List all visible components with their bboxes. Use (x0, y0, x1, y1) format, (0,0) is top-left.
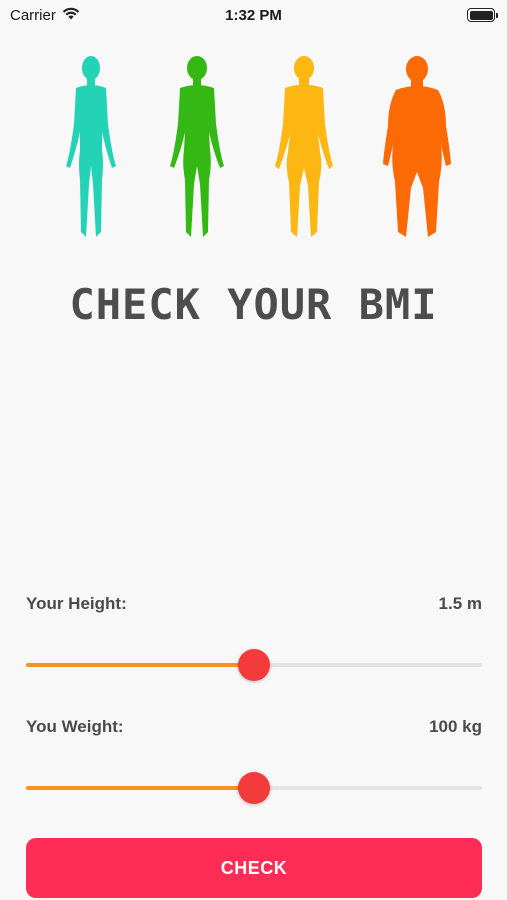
weight-slider-fill (26, 786, 254, 790)
normal-body-icon (169, 56, 224, 237)
carrier-label: Carrier (10, 6, 56, 24)
overweight-body-icon (275, 56, 334, 237)
wifi-icon (62, 7, 80, 24)
height-label: Your Height: (26, 594, 127, 613)
status-left: Carrier (10, 7, 80, 24)
weight-value: 100 kg (429, 717, 482, 736)
check-button[interactable]: CHECK (26, 838, 482, 898)
battery-icon (467, 8, 498, 22)
weight-row: You Weight: 100 kg (26, 717, 482, 737)
weight-slider[interactable] (26, 772, 482, 804)
height-row: Your Height: 1.5 m (26, 594, 482, 614)
obese-body-icon (382, 56, 451, 237)
height-slider[interactable] (26, 649, 482, 681)
body-figures (62, 50, 452, 240)
page-title: CHECK YOUR BMI (69, 280, 438, 329)
slim-body-icon (66, 56, 116, 237)
weight-label: You Weight: (26, 717, 124, 736)
height-value: 1.5 m (438, 594, 482, 613)
height-slider-fill (26, 663, 254, 667)
weight-slider-thumb[interactable] (238, 772, 270, 804)
height-slider-thumb[interactable] (238, 649, 270, 681)
status-bar: Carrier 1:32 PM (0, 0, 507, 30)
